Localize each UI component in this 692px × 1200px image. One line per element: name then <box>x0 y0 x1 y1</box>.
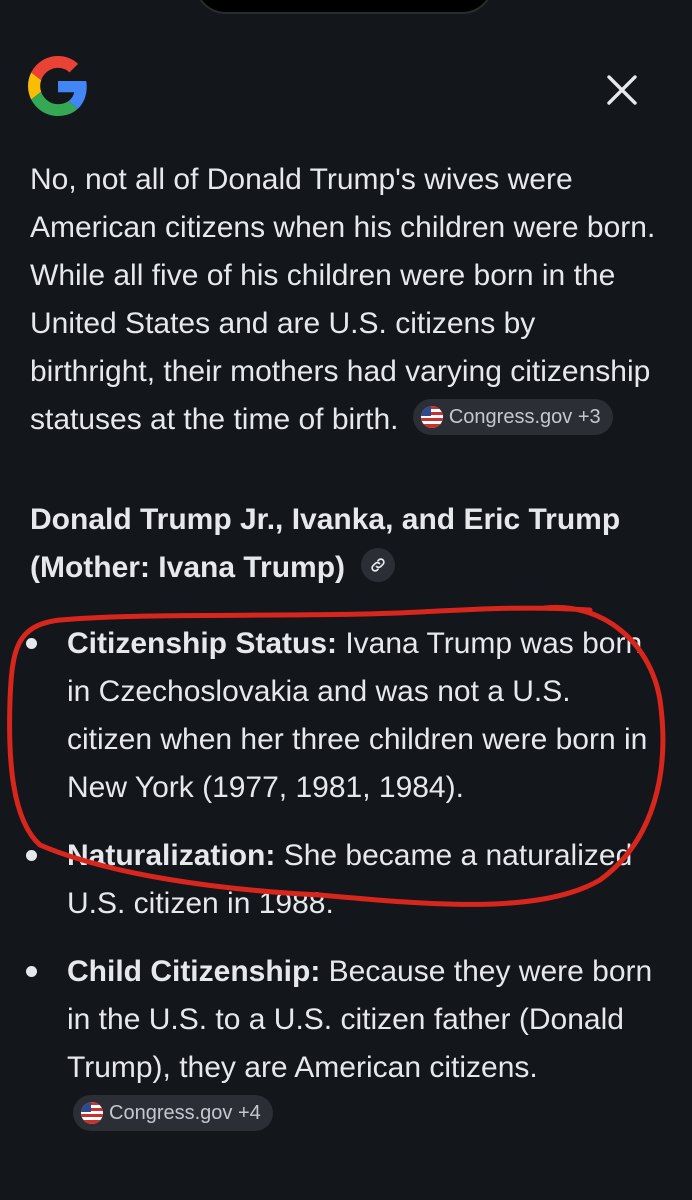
bullet-label: Naturalization: <box>67 839 276 872</box>
list-item: Child Citizenship: Because they were bor… <box>26 948 660 1140</box>
bullet-label: Citizenship Status: <box>67 627 338 660</box>
list-item: Naturalization: She became a naturalized… <box>26 832 660 928</box>
source-chip[interactable]: Congress.gov +3 <box>412 399 613 436</box>
us-flag-icon <box>81 1102 103 1125</box>
source-chip[interactable]: Congress.gov +4 <box>73 1095 273 1132</box>
google-g-logo <box>28 56 87 116</box>
bullet-dot <box>26 966 37 977</box>
link-icon[interactable] <box>361 548 396 583</box>
list-item: Citizenship Status: Ivana Trump was born… <box>26 620 660 812</box>
bullet-label: Child Citizenship: <box>67 955 321 988</box>
ai-overview-content: No, not all of Donald Trump's wives were… <box>26 156 660 1160</box>
bullet-list: Citizenship Status: Ivana Trump was born… <box>26 620 660 1140</box>
phone-notch <box>196 0 492 12</box>
us-flag-icon <box>420 406 443 429</box>
source-chip-label: Congress.gov +4 <box>109 1102 261 1125</box>
chain-link-icon <box>371 558 386 572</box>
close-icon[interactable] <box>598 66 646 114</box>
section-heading: Donald Trump Jr., Ivanka, and Eric Trump… <box>30 496 660 592</box>
source-chip-label: Congress.gov +3 <box>448 406 601 429</box>
section-heading-text: Donald Trump Jr., Ivanka, and Eric Trump… <box>30 503 621 584</box>
bullet-dot <box>26 638 37 649</box>
bullet-dot <box>26 850 37 861</box>
answer-paragraph: No, not all of Donald Trump's wives were… <box>30 156 660 444</box>
